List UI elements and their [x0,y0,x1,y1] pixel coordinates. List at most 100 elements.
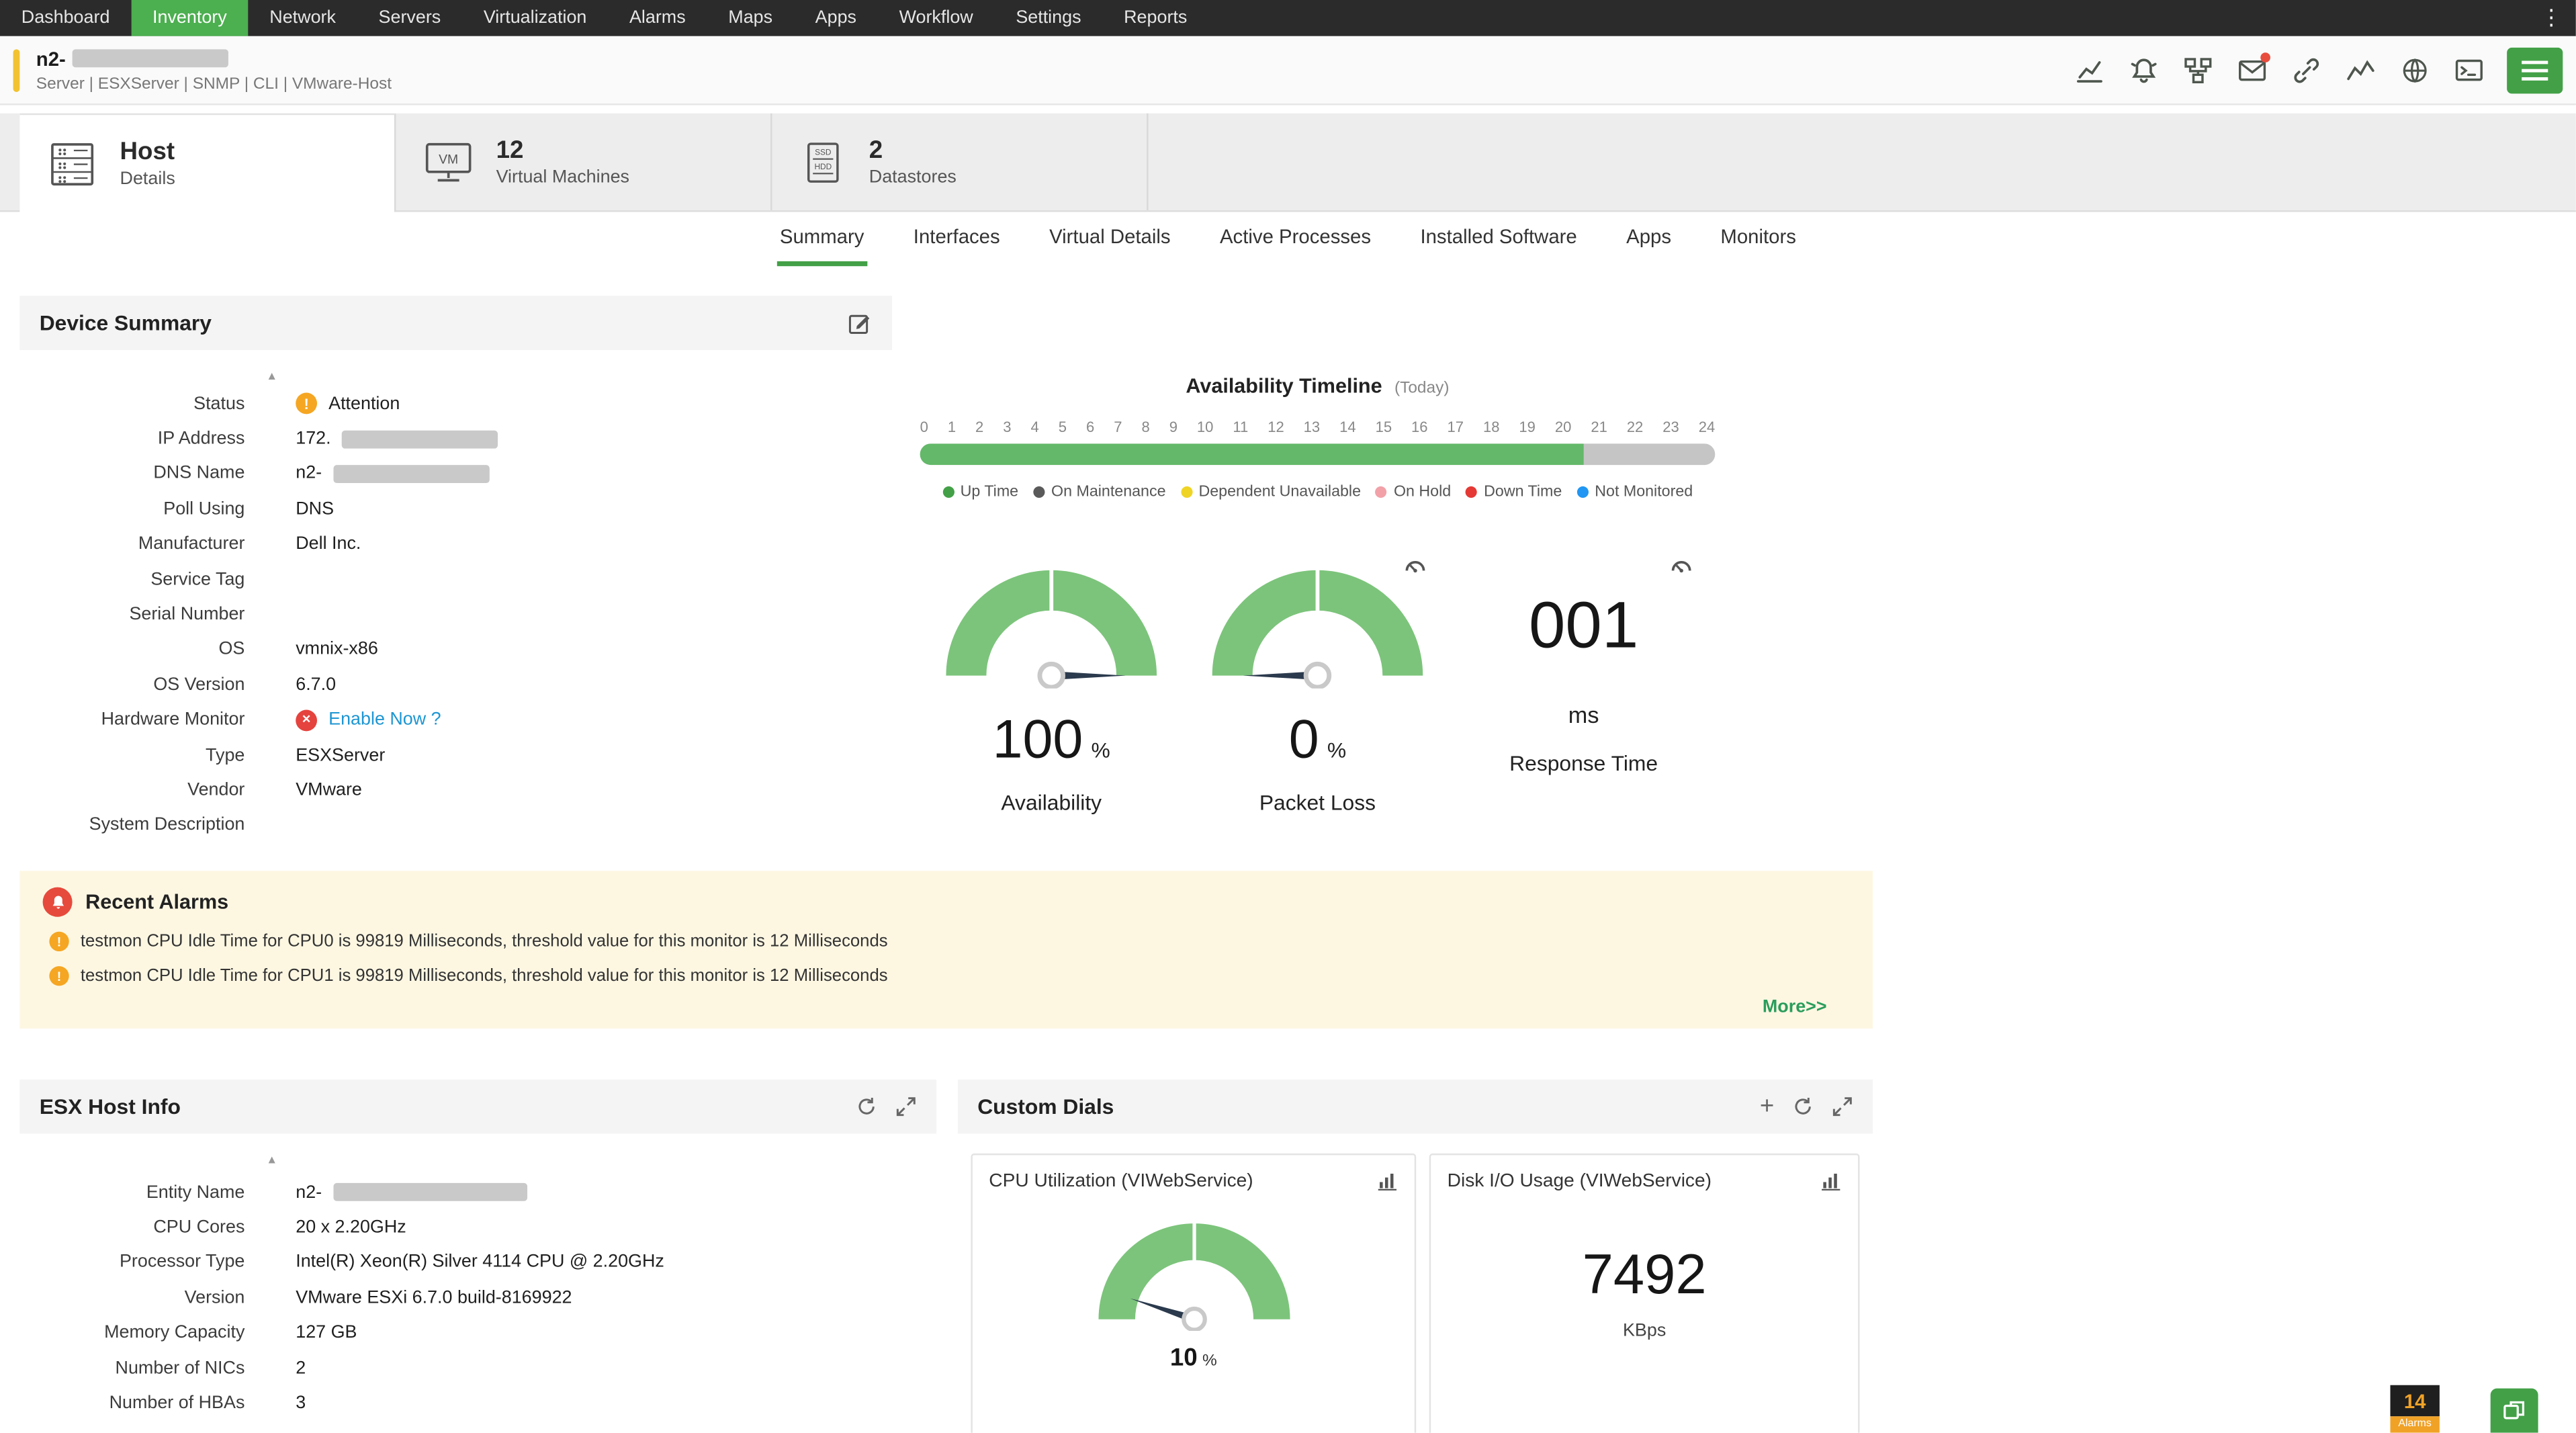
availability-subtitle: (Today) [1394,379,1450,398]
legend-label: Up Time [960,483,1019,501]
expand-icon[interactable] [895,1096,917,1117]
nav-item[interactable]: Settings [995,0,1103,36]
packet-loss-gauge [1212,568,1423,689]
nav-item-label: Inventory [152,8,227,28]
redacted-value [333,465,490,483]
field-label: Vendor [187,780,245,801]
subtab[interactable]: Apps [1623,212,1675,266]
recent-alarms-title: Recent Alarms [85,890,229,914]
link-icon[interactable] [2290,54,2321,85]
field-value: Dell Inc. [296,534,361,554]
disk-io-card[interactable]: Disk I/O Usage (VIWebService) 7492 KBps [1429,1153,1860,1433]
subtab-label: Active Processes [1219,225,1372,249]
timeline-hours: 0 1 2 3 4 5 6 7 8 9 10 11 12 13 14 15 16 17 18 19 20 21 22 23 24 [920,419,1716,435]
sparkline-icon[interactable] [2344,54,2375,85]
kebab-menu-icon[interactable] [2526,0,2575,36]
nav-item[interactable]: Alarms [608,0,707,36]
console-icon[interactable] [2452,54,2483,85]
alarm-row[interactable]: testmon CPU Idle Time for CPU1 is 99819 … [43,966,1850,986]
subtab-label: Apps [1626,225,1672,249]
performance-graph-icon[interactable] [2073,54,2104,85]
subtab[interactable]: Installed Software [1417,212,1581,266]
subtab[interactable]: Active Processes [1216,212,1374,266]
nav-item[interactable]: Servers [357,0,462,36]
chart-icon[interactable] [1820,1170,1842,1191]
field-row: Service Tag [19,562,892,597]
nav-item[interactable]: Maps [707,0,793,36]
field-row: Serial Number [19,597,892,632]
tab-host-details[interactable]: Host Details [19,113,396,212]
cpu-utilization-card[interactable]: CPU Utilization (VIWebService) 10 % [971,1153,1417,1433]
field-row: OS Version 6.7.0 [19,667,892,702]
field-label: Type [206,745,245,765]
legend-dot [1466,486,1478,498]
nav-item[interactable]: Network [248,0,357,36]
subtab[interactable]: Virtual Details [1046,212,1173,266]
alarm-count-widget[interactable]: 14 Alarms [2390,1385,2440,1433]
esx-host-fields: Entity Name n2- CPU Cores 20 x 2.20GHz [19,1134,936,1421]
field-row: Hardware Monitor Enable Now ? [19,703,892,738]
hour-tick: 3 [1003,419,1012,436]
dial-icon[interactable] [1669,554,1694,587]
packet-loss-label: Packet Loss [1259,790,1376,816]
tab-virtual-machines[interactable]: VM 12 Virtual Machines [396,113,772,211]
refresh-icon[interactable] [1792,1096,1814,1117]
subtab[interactable]: Summary [776,212,868,267]
alarm-count: 14 [2390,1385,2440,1417]
support-widget-button[interactable] [2490,1388,2538,1433]
dial-icon[interactable] [1403,554,1428,587]
nav-item[interactable]: Inventory [131,0,249,36]
subtab[interactable]: Interfaces [910,212,1004,266]
subtab[interactable]: Monitors [1718,212,1800,266]
field-label: Poll Using [163,499,245,519]
nav-item[interactable]: Apps [794,0,878,36]
nav-item-label: Reports [1124,8,1188,28]
vm-icon: VM [423,139,475,185]
email-icon[interactable] [2236,52,2270,85]
alarm-bell-icon[interactable] [2127,54,2158,85]
hour-tick: 22 [1626,419,1644,436]
warning-icon [49,966,69,986]
field-row: System Description [19,808,892,843]
scroll-up-arrow[interactable] [266,1155,277,1166]
alarm-row[interactable]: testmon CPU Idle Time for CPU0 is 99819 … [43,931,1850,952]
field-row: IP Address 172. [19,421,892,456]
edit-icon[interactable] [848,310,873,335]
field-label: Memory Capacity [104,1323,245,1343]
nav-item[interactable]: Reports [1102,0,1208,36]
hour-tick: 21 [1591,419,1607,436]
tab-title: Host [120,138,175,167]
vm-count: 12 [496,136,524,165]
more-alarms-link[interactable]: More>> [1763,998,1827,1017]
datastore-count: 2 [869,136,883,165]
tab-datastores[interactable]: SSD HDD 2 Datastores [772,113,1149,211]
nav-item[interactable]: Dashboard [0,0,131,36]
hour-tick: 5 [1058,419,1067,436]
topology-icon[interactable] [2182,54,2213,85]
field-value[interactable]: Enable Now ? [328,710,441,730]
hour-tick: 10 [1196,419,1214,436]
hamburger-menu-button[interactable] [2507,46,2563,93]
device-header: n2- Server | ESXServer | SNMP | CLI | VM… [0,36,2576,105]
scroll-up-arrow[interactable] [266,372,277,383]
attention-icon [296,392,318,415]
expand-icon[interactable] [1832,1096,1853,1117]
chart-icon[interactable] [1376,1170,1398,1191]
subtab-label: Installed Software [1420,225,1577,249]
field-label: Manufacturer [138,534,245,554]
refresh-icon[interactable] [856,1096,877,1117]
availability-gauge [946,568,1157,689]
nav-item[interactable]: Virtualization [462,0,608,36]
legend-item: On Hold [1376,483,1451,501]
availability-timeline-bar[interactable] [920,443,1716,466]
add-dial-icon[interactable] [1760,1094,1774,1119]
hour-tick: 16 [1411,419,1428,436]
globe-icon[interactable] [2399,54,2430,85]
nav-item[interactable]: Workflow [878,0,995,36]
availability-value: 100 [992,708,1083,769]
panel-title: ESX Host Info [39,1094,181,1119]
panel-title: Custom Dials [977,1094,1114,1119]
nav-item-label: Servers [378,8,441,28]
hour-tick: 1 [947,419,957,436]
